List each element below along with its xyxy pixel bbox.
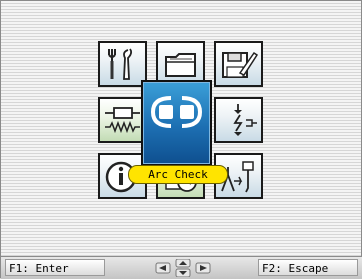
- menu-item-coil[interactable]: [98, 97, 147, 143]
- arrow-keys-icon: [155, 259, 211, 277]
- lightning-ground-icon: [233, 104, 257, 136]
- folder-icon: [165, 53, 196, 77]
- arc-check-icon: [150, 96, 203, 128]
- menu-item-lightning[interactable]: [214, 97, 263, 143]
- menu-item-save[interactable]: [214, 41, 263, 87]
- tools-icon: [108, 48, 133, 80]
- selected-item-label: Arc Check: [128, 165, 228, 184]
- floppy-save-icon: [222, 51, 259, 78]
- f2-escape-button[interactable]: F2: Escape: [258, 259, 358, 276]
- menu-item-arc-check[interactable]: [141, 80, 212, 166]
- menu-screen: Arc Check F1: Enter F2: Escape: [0, 0, 362, 279]
- menu-item-tools[interactable]: [98, 41, 147, 87]
- function-key-bar: F1: Enter F2: Escape: [1, 256, 362, 279]
- f1-enter-button[interactable]: F1: Enter: [5, 259, 105, 276]
- resistor-coil-icon: [105, 107, 140, 134]
